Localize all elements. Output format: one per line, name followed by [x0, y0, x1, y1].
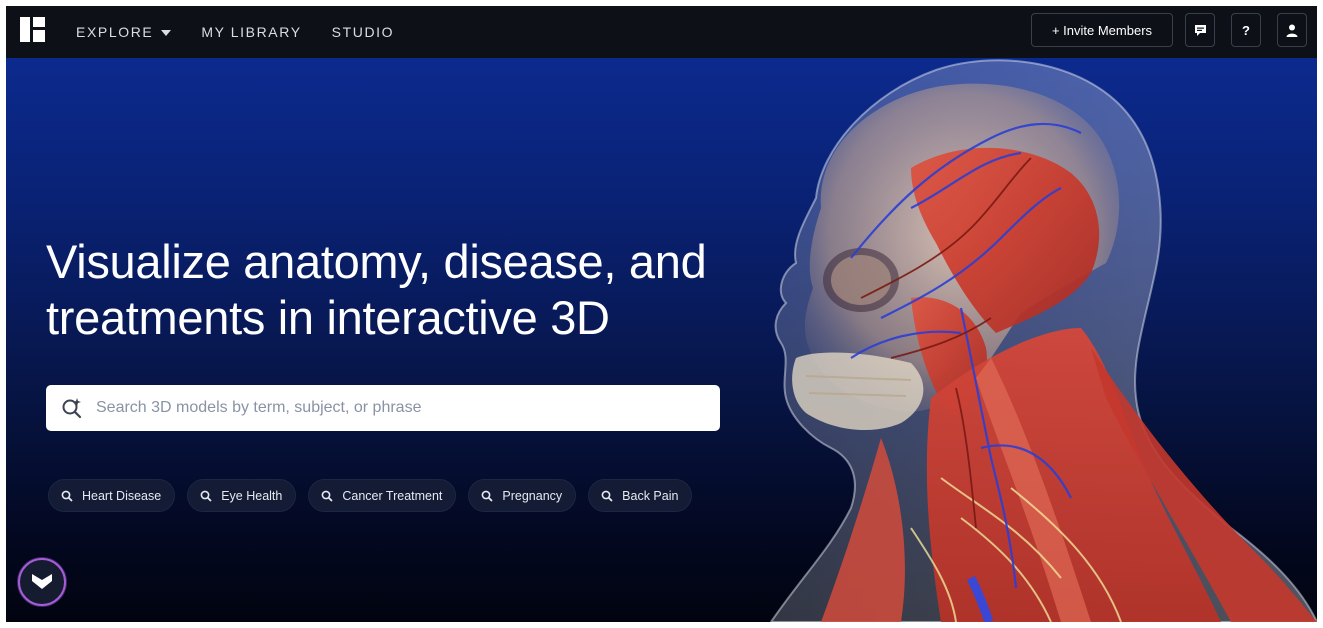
app-frame: EXPLORE MY LIBRARY STUDIO + Invite Membe…: [6, 6, 1317, 622]
chat-icon: [1194, 24, 1206, 36]
logo-icon[interactable]: [20, 17, 45, 42]
chip-pregnancy[interactable]: Pregnancy: [468, 479, 577, 512]
chip-label: Eye Health: [221, 488, 283, 503]
nav-explore[interactable]: EXPLORE: [76, 24, 172, 40]
help-icon: ?: [1242, 22, 1250, 38]
search-icon: [321, 490, 333, 502]
nav-explore-label: EXPLORE: [76, 24, 154, 40]
nav-my-library[interactable]: MY LIBRARY: [201, 24, 301, 40]
search-icon: [482, 490, 494, 502]
suggested-searches: Heart Disease Eye Health Cancer Treatmen…: [48, 479, 693, 512]
scroll-down-button[interactable]: [18, 558, 66, 606]
top-nav: EXPLORE MY LIBRARY STUDIO + Invite Membe…: [6, 6, 1317, 58]
invite-members-button[interactable]: + Invite Members: [1031, 13, 1173, 47]
main-nav: EXPLORE MY LIBRARY STUDIO: [76, 6, 394, 58]
search-sparkle-icon: [62, 398, 82, 419]
chip-label: Cancer Treatment: [342, 488, 443, 503]
user-icon: [1286, 24, 1298, 37]
chip-back-pain[interactable]: Back Pain: [588, 479, 693, 512]
search-icon: [61, 490, 73, 502]
anatomy-head-image: [769, 59, 1317, 622]
chip-heart-disease[interactable]: Heart Disease: [48, 479, 176, 512]
chip-label: Heart Disease: [82, 488, 162, 503]
chevron-down-icon: [32, 574, 52, 589]
search-bar[interactable]: [46, 385, 720, 431]
nav-studio[interactable]: STUDIO: [332, 24, 395, 40]
search-icon: [601, 490, 613, 502]
search-input[interactable]: [96, 385, 696, 431]
chip-cancer-treatment[interactable]: Cancer Treatment: [308, 479, 457, 512]
chat-button[interactable]: [1185, 13, 1215, 47]
hero-headline: Visualize anatomy, disease, and treatmen…: [46, 235, 707, 344]
account-button[interactable]: [1277, 13, 1307, 47]
hero-section: Visualize anatomy, disease, and treatmen…: [6, 58, 1317, 622]
nav-my-library-label: MY LIBRARY: [201, 24, 302, 40]
chip-label: Pregnancy: [502, 488, 563, 503]
chip-eye-health[interactable]: Eye Health: [187, 479, 297, 512]
search-icon: [200, 490, 212, 502]
nav-studio-label: STUDIO: [331, 24, 395, 40]
help-button[interactable]: ?: [1231, 13, 1261, 47]
chevron-down-icon: [161, 29, 172, 36]
chip-label: Back Pain: [622, 488, 679, 503]
